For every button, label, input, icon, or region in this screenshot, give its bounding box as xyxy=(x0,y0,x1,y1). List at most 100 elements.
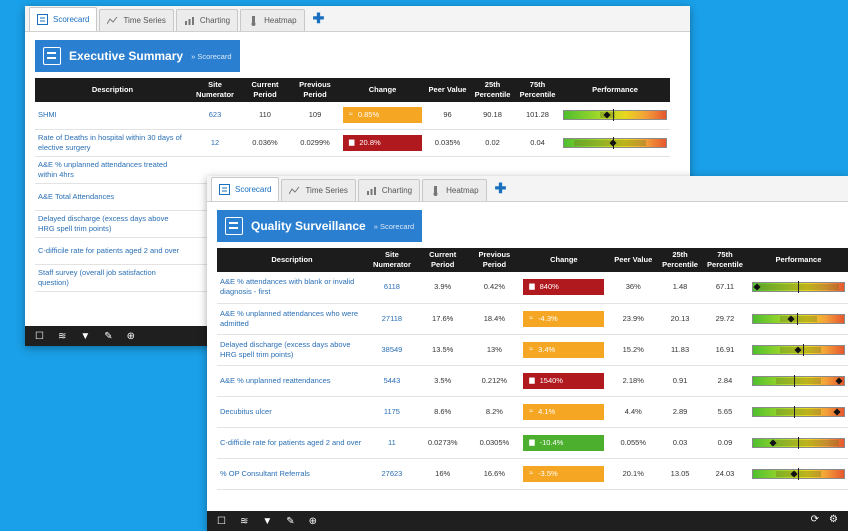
row-site-numerator[interactable]: 1175 xyxy=(366,396,417,428)
row-change: ≈ -4.3% xyxy=(520,303,608,335)
peer-tick xyxy=(803,343,804,356)
row-description[interactable]: Delayed discharge (excess days above HRG… xyxy=(217,334,367,366)
table-row[interactable]: Decubitus ulcer 1175 8.6% 8.2% ≈4.1% 4.4% 2.89… xyxy=(217,396,848,428)
table-row[interactable]: A&E % unplanned reattendances 5443 3.5% 0.2… xyxy=(217,365,848,397)
header-current-period[interactable]: Current Period xyxy=(240,78,290,102)
header-25th-percentile[interactable]: 25th Percentile xyxy=(659,248,702,272)
header-site-numerator[interactable]: Site Numerator xyxy=(190,78,240,102)
page-title-box: Quality Surveillance » Scorecard xyxy=(217,210,423,242)
row-25th-percentile: 0.02 xyxy=(470,129,515,157)
change-value: 0.85% xyxy=(357,110,380,120)
header-75th-percentile[interactable]: 75th Percentile xyxy=(515,78,560,102)
row-description[interactable]: A&E % unplanned attendances treated with… xyxy=(35,156,190,184)
refresh-icon[interactable]: ⟳ xyxy=(811,514,819,525)
row-description[interactable]: A&E Total Attendances xyxy=(35,183,190,211)
row-description[interactable]: A&E % unplanned reattendances xyxy=(217,365,367,397)
table-header: Description Site Numerator Current Perio… xyxy=(35,78,670,102)
filter-icon[interactable]: ▼ xyxy=(80,331,90,342)
header-change[interactable]: Change xyxy=(520,248,608,272)
page-title-box: Executive Summary » Scorecard xyxy=(35,40,240,72)
table-row[interactable]: SHMI 623 110 109 ≈0.85% 96 90.18 101.28 xyxy=(35,102,670,130)
header-current-period[interactable]: Current Period xyxy=(416,248,469,272)
filter-icon[interactable]: ▼ xyxy=(262,516,272,527)
change-value: 1540% xyxy=(539,375,563,385)
header-75th-percentile[interactable]: 75th Percentile xyxy=(701,248,749,272)
row-site-numerator[interactable]: 5443 xyxy=(366,365,417,397)
row-description[interactable]: Staff survey (overall job satisfaction q… xyxy=(35,264,190,292)
header-site-numerator[interactable]: Site Numerator xyxy=(366,248,417,272)
row-site-numerator[interactable]: 27118 xyxy=(366,303,417,335)
row-site-numerator[interactable]: 38549 xyxy=(366,334,417,366)
header-peer-value[interactable]: Peer Value xyxy=(425,78,470,102)
row-description[interactable]: % OP Consultant Referrals xyxy=(217,458,367,490)
layers-icon[interactable]: ≋ xyxy=(240,516,248,527)
header-performance[interactable]: Performance xyxy=(748,248,848,272)
tab-scorecard[interactable]: Scorecard xyxy=(211,177,280,201)
table-row[interactable]: C-difficile rate for patients aged 2 and… xyxy=(217,427,848,459)
plus-icon[interactable]: ✚ xyxy=(307,10,331,31)
row-description[interactable]: A&E % unplanned attendances who were adm… xyxy=(217,303,367,335)
header-previous-period[interactable]: Previous Period xyxy=(468,248,521,272)
tab-scorecard[interactable]: Scorecard xyxy=(29,7,98,31)
peer-tick xyxy=(612,109,614,122)
row-performance xyxy=(748,303,848,335)
header-description[interactable]: Description xyxy=(217,248,367,272)
performance-bar xyxy=(751,374,845,387)
tab-heatmap[interactable]: Heatmap xyxy=(240,9,305,31)
row-description[interactable]: Delayed discharge (excess days above HRG… xyxy=(35,210,190,238)
table-row[interactable]: A&E % unplanned attendances who were adm… xyxy=(217,303,848,335)
row-site-numerator[interactable]: 27623 xyxy=(366,458,417,490)
row-description[interactable]: C-difficile rate for patients aged 2 and… xyxy=(217,427,367,459)
change-value: -10.4% xyxy=(539,437,564,447)
tab-label: Time Series xyxy=(123,16,166,25)
row-peer-value: 36% xyxy=(607,272,660,304)
row-site-numerator[interactable]: 12 xyxy=(190,129,240,157)
header-change[interactable]: Change xyxy=(340,78,425,102)
row-previous-period: 0.42% xyxy=(468,272,521,304)
trend-icon: ≈ xyxy=(349,111,353,119)
row-description[interactable]: Rate of Deaths in hospital within 30 day… xyxy=(35,129,190,157)
header-peer-value[interactable]: Peer Value xyxy=(607,248,660,272)
plus-icon[interactable]: ✚ xyxy=(489,180,513,201)
row-description[interactable]: C-difficile rate for patients aged 2 and… xyxy=(35,237,190,265)
row-peer-value: 0.035% xyxy=(425,129,470,157)
table-row[interactable]: A&E % attendances with blank or invalid … xyxy=(217,272,848,304)
row-change: ≈0.85% xyxy=(340,102,425,130)
row-75th-percentile: 24.03 xyxy=(701,458,749,490)
square-icon[interactable]: ☐ xyxy=(35,331,44,342)
download-icon[interactable]: ⊕ xyxy=(309,516,317,527)
wrench-icon[interactable]: ✎ xyxy=(104,331,112,342)
peer-tick xyxy=(798,436,800,449)
tab-charting[interactable]: Charting xyxy=(357,179,421,201)
download-icon[interactable]: ⊕ xyxy=(127,331,135,342)
wrench-icon[interactable]: ✎ xyxy=(286,516,294,527)
row-site-numerator[interactable]: 623 xyxy=(190,102,240,130)
row-75th-percentile: 101.28 xyxy=(515,102,560,130)
row-change: ▆ -10.4% xyxy=(520,427,608,459)
trend-icon: ≈ xyxy=(529,469,534,477)
header-performance[interactable]: Performance xyxy=(560,78,670,102)
layers-icon[interactable]: ≋ xyxy=(58,331,66,342)
header-description[interactable]: Description xyxy=(35,78,190,102)
tab-heatmap[interactable]: Heatmap xyxy=(422,179,487,201)
row-site-numerator[interactable]: 6118 xyxy=(366,272,417,304)
row-site-numerator[interactable]: 11 xyxy=(366,427,417,459)
table-row[interactable]: Rate of Deaths in hospital within 30 day… xyxy=(35,129,670,157)
row-description[interactable]: Decubitus ulcer xyxy=(217,396,367,428)
row-description[interactable]: A&E % attendances with blank or invalid … xyxy=(217,272,367,304)
tab-charting[interactable]: Charting xyxy=(175,9,239,31)
header-25th-percentile[interactable]: 25th Percentile xyxy=(470,78,515,102)
header-previous-period[interactable]: Previous Period xyxy=(290,78,340,102)
row-75th-percentile: 0.04 xyxy=(515,129,560,157)
tab-bar: Scorecard Time Series Charting Heatmap ✚ xyxy=(25,6,690,32)
row-previous-period: 8.2% xyxy=(468,396,521,428)
percentile-band xyxy=(771,439,840,446)
row-description[interactable]: SHMI xyxy=(35,102,190,130)
tab-time-series[interactable]: Time Series xyxy=(99,9,174,31)
table-row[interactable]: Delayed discharge (excess days above HRG… xyxy=(217,334,848,366)
table-row[interactable]: % OP Consultant Referrals 27623 16% 16.6% ≈ -… xyxy=(217,458,848,490)
settings-icon[interactable]: ⚙ xyxy=(829,514,838,525)
row-previous-period: 0.0299% xyxy=(290,129,340,157)
tab-time-series[interactable]: Time Series xyxy=(281,179,356,201)
square-icon[interactable]: ☐ xyxy=(217,516,226,527)
